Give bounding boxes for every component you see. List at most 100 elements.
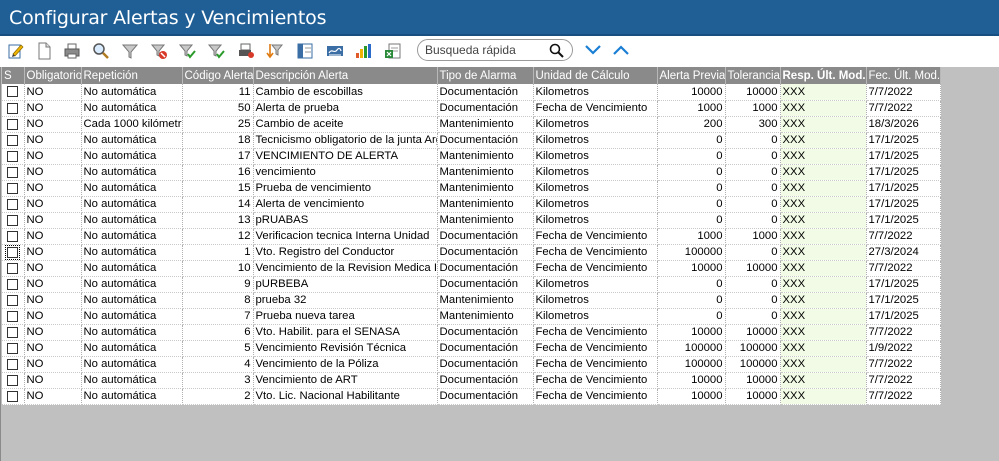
table-row[interactable]: NO No automática 6 Vto. Habilit. para el SE… — [2, 324, 941, 341]
cell-tipo: Documentación — [437, 84, 534, 101]
filter-icon[interactable] — [121, 42, 139, 60]
col-header-previa[interactable]: Alerta Previa — [657, 67, 726, 84]
table-row[interactable]: NO No automática 2 Vto. Lic. Nacional Habil… — [2, 388, 941, 405]
cell-obligatorio: NO — [24, 228, 82, 245]
table-row[interactable]: NO No automática 4 Vencimiento de la Póliza… — [2, 356, 941, 373]
col-header-descripcion[interactable]: Descripción Alerta — [253, 67, 438, 84]
export-icon[interactable] — [384, 42, 402, 60]
row-select-checkbox[interactable] — [7, 230, 19, 242]
col-header-tipo[interactable]: Tipo de Alarma — [437, 67, 534, 84]
row-select-cell — [2, 116, 25, 133]
cell-tolerancia: 100000 — [725, 356, 781, 373]
row-select-checkbox[interactable] — [7, 134, 19, 146]
cell-descripcion: Vto. Lic. Nacional Habilitante — [253, 388, 438, 405]
row-select-checkbox[interactable] — [7, 150, 19, 162]
row-select-checkbox[interactable] — [7, 278, 19, 290]
table-row[interactable]: NO No automática 9 pURBEBA Documentación Kilo… — [2, 276, 941, 293]
table-row[interactable]: NO No automática 7 Prueba nueva tarea Manten… — [2, 308, 941, 325]
row-select-checkbox[interactable] — [7, 374, 19, 386]
cell-obligatorio: NO — [24, 356, 82, 373]
cell-obligatorio: NO — [24, 324, 82, 341]
alerts-grid-area[interactable]: S Obligatorio Repetición Código Alerta D… — [0, 67, 999, 461]
col-header-repeticion[interactable]: Repetición — [81, 67, 183, 84]
table-row[interactable]: NO No automática 3 Vencimiento de ART Docume… — [2, 372, 941, 389]
row-select-checkbox[interactable] — [7, 198, 19, 210]
row-select-checkbox[interactable] — [7, 166, 19, 178]
filter-apply-icon[interactable] — [178, 42, 196, 60]
chevron-down-icon[interactable] — [584, 42, 602, 58]
table-row[interactable]: NO No automática 5 Vencimiento Revisión Téc… — [2, 340, 941, 357]
sort-filter-icon[interactable] — [266, 42, 284, 60]
col-header-codigo[interactable]: Código Alerta — [182, 67, 254, 84]
row-select-checkbox[interactable] — [7, 390, 19, 402]
row-select-checkbox[interactable] — [7, 294, 19, 306]
cell-tolerancia: 0 — [725, 180, 781, 197]
table-row[interactable]: NO No automática 50 Alerta de prueba Documen… — [2, 100, 941, 117]
cell-codigo: 9 — [182, 276, 254, 293]
col-header-obligatorio[interactable]: Obligatorio — [24, 67, 82, 84]
row-select-cell — [2, 324, 25, 341]
row-select-cell — [2, 244, 25, 261]
table-row[interactable]: NO No automática 14 Alerta de vencimiento Ma… — [2, 196, 941, 213]
row-select-checkbox[interactable] — [7, 262, 19, 274]
cell-codigo: 10 — [182, 260, 254, 277]
row-select-checkbox[interactable] — [7, 182, 19, 194]
table-row[interactable]: NO No automática 12 Verificacion tecnica In… — [2, 228, 941, 245]
cell-fecha: 7/7/2022 — [866, 100, 941, 117]
columns-icon[interactable] — [296, 42, 314, 60]
cell-codigo: 3 — [182, 372, 254, 389]
row-select-checkbox[interactable] — [7, 326, 19, 338]
table-row[interactable]: NO No automática 13 pRUABAS Mantenimiento Kil… — [2, 212, 941, 229]
table-row[interactable]: NO No automática 10 Vencimiento de la Revis… — [2, 260, 941, 277]
table-row[interactable]: NO No automática 1 Vto. Registro del Conduc… — [2, 244, 941, 261]
chevron-up-icon[interactable] — [612, 42, 630, 58]
row-select-checkbox[interactable] — [7, 86, 19, 98]
cell-descripcion: Cambio de escobillas — [253, 84, 438, 101]
new-document-icon[interactable] — [35, 42, 53, 60]
edit-icon[interactable] — [7, 42, 25, 60]
cell-unidad: Kilometros — [533, 308, 658, 325]
col-header-tolerancia[interactable]: Tolerancia — [725, 67, 781, 84]
cell-unidad: Kilometros — [533, 196, 658, 213]
row-select-checkbox[interactable] — [7, 118, 19, 130]
search-icon[interactable] — [92, 42, 110, 60]
cell-obligatorio: NO — [24, 308, 82, 325]
cell-codigo: 2 — [182, 388, 254, 405]
col-header-resp[interactable]: Resp. Últ. Mod. — [780, 67, 867, 84]
cell-tipo: Documentación — [437, 260, 534, 277]
cell-obligatorio: NO — [24, 388, 82, 405]
table-row[interactable]: NO No automática 8 prueba 32 Mantenimiento Ki… — [2, 292, 941, 309]
row-select-checkbox[interactable] — [7, 310, 19, 322]
row-select-checkbox[interactable] — [7, 358, 19, 370]
col-header-fecha[interactable]: Fec. Últ. Mod. — [866, 67, 941, 84]
print-icon[interactable] — [63, 42, 81, 60]
clear-filter-icon[interactable] — [150, 42, 168, 60]
cell-tolerancia: 0 — [725, 276, 781, 293]
table-row[interactable]: NO No automática 17 VENCIMIENTO DE ALERTA Ma… — [2, 148, 941, 165]
row-select-cell — [2, 196, 25, 213]
quick-search-box[interactable] — [417, 39, 573, 61]
table-row[interactable]: NO No automática 16 vencimiento Mantenimient… — [2, 164, 941, 181]
row-select-checkbox[interactable] — [5, 244, 21, 259]
magnifier-icon[interactable] — [549, 43, 564, 58]
row-select-checkbox[interactable] — [7, 342, 19, 354]
cell-fecha: 17/1/2025 — [866, 132, 941, 149]
cell-codigo: 4 — [182, 356, 254, 373]
cell-unidad: Fecha de Vencimiento — [533, 372, 658, 389]
quick-search-input[interactable] — [425, 42, 543, 58]
filter-add-icon[interactable] — [207, 42, 225, 60]
row-select-checkbox[interactable] — [7, 214, 19, 226]
table-row[interactable]: NO No automática 11 Cambio de escobillas Doc… — [2, 84, 941, 101]
table-row[interactable]: NOCada 1000 kilómetros25Cambio de aceite… — [2, 116, 941, 133]
chart-icon[interactable] — [354, 42, 372, 60]
cell-codigo: 6 — [182, 324, 254, 341]
row-select-checkbox[interactable] — [7, 102, 19, 114]
table-row[interactable]: NO No automática 15 Prueba de vencimiento Ma… — [2, 180, 941, 197]
table-row[interactable]: NO No automática 18 Tecnicismo obligatorio … — [2, 132, 941, 149]
col-header-s[interactable]: S — [2, 67, 25, 84]
col-header-unidad[interactable]: Unidad de Cálculo — [533, 67, 658, 84]
signature-icon[interactable] — [326, 42, 344, 60]
print-preview-icon[interactable] — [237, 42, 255, 60]
cell-fecha: 17/1/2025 — [866, 212, 941, 229]
cell-fecha: 27/3/2024 — [866, 244, 941, 261]
